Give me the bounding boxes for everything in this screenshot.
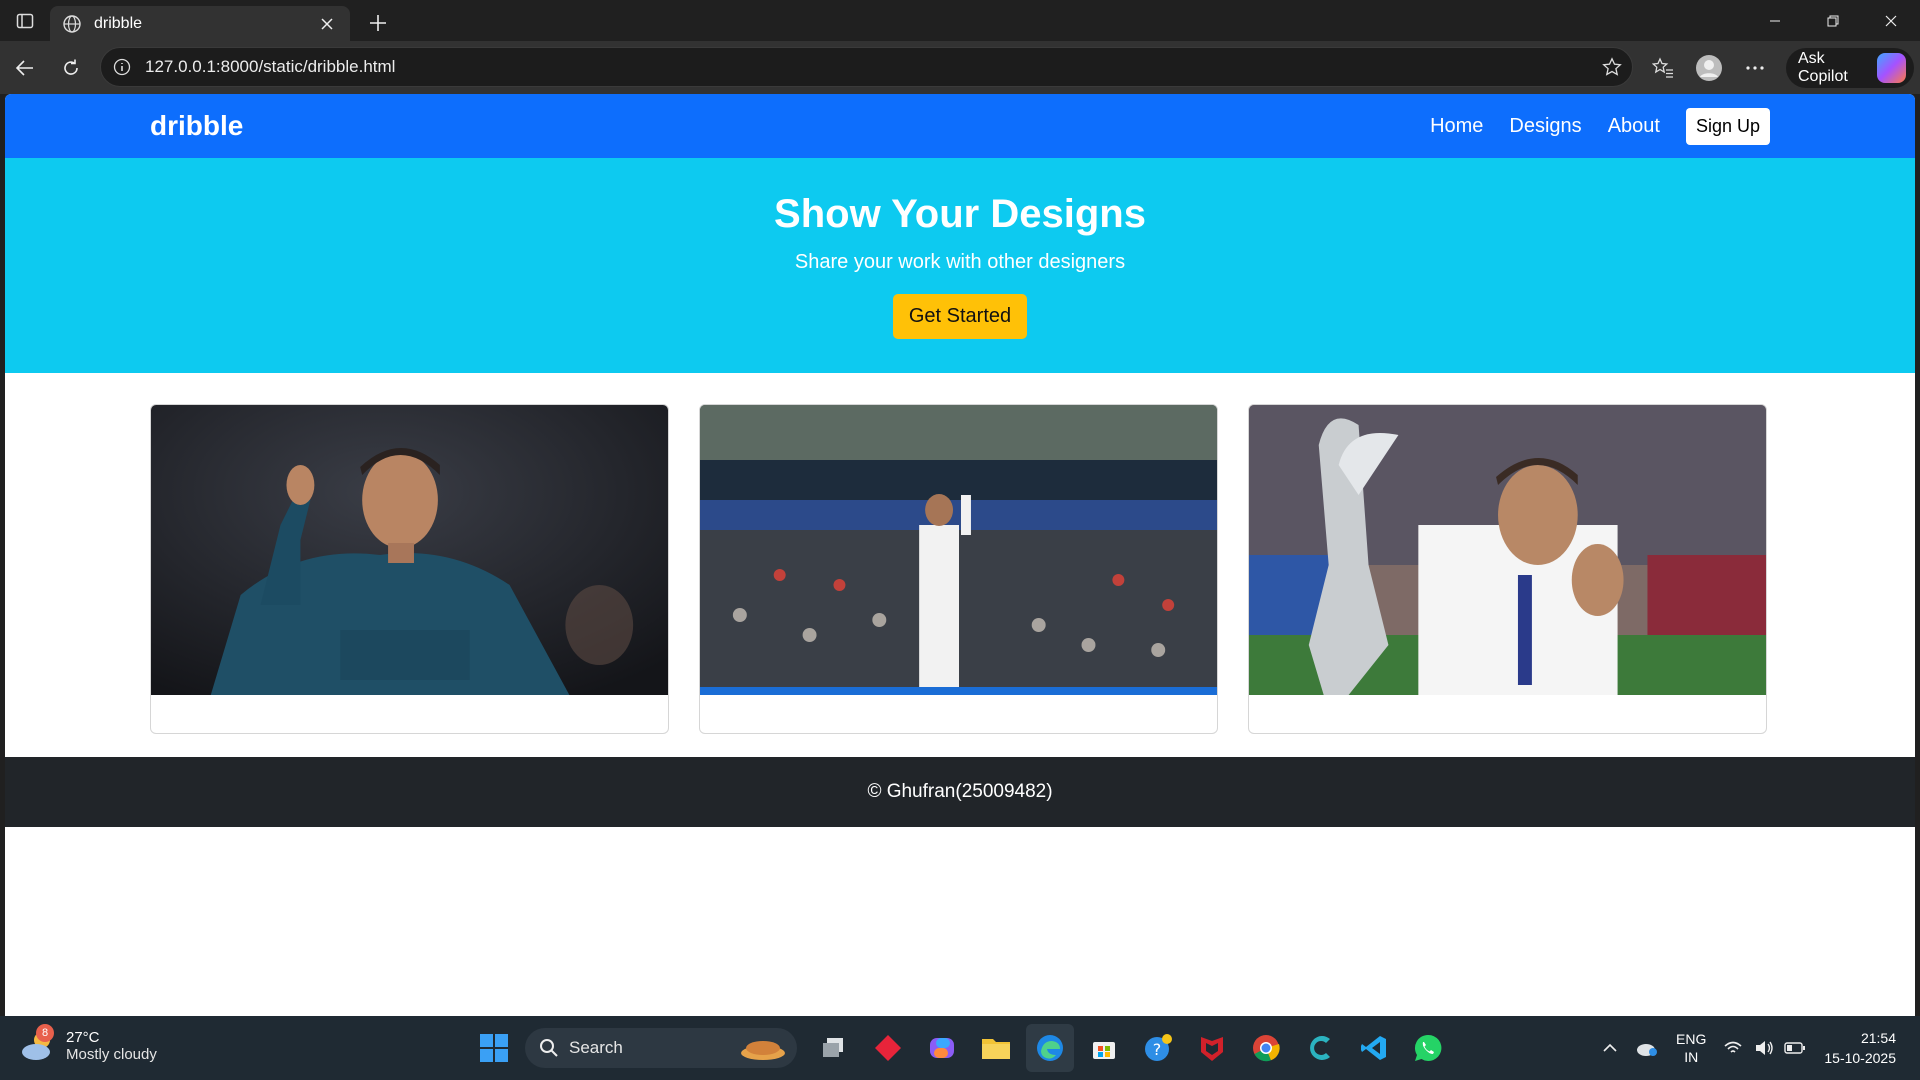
get-started-button[interactable]: Get Started [892,294,1028,339]
copilot-icon [1876,53,1906,83]
whatsapp-icon[interactable] [1404,1024,1452,1072]
clock[interactable]: 21:54 15-10-2025 [1824,1028,1896,1068]
edge-icon[interactable] [1026,1024,1074,1072]
ellipsis-icon [1746,66,1764,70]
brand-logo[interactable]: dribble [150,110,243,142]
page-viewport: dribble Home Designs About Sign Up Show … [5,94,1915,1016]
weather-temp: 27°C [66,1029,100,1046]
refresh-button[interactable] [48,45,94,91]
player-trophy-image [1249,405,1766,695]
windows-start-icon[interactable] [470,1024,518,1072]
volume-icon[interactable] [1754,1040,1774,1056]
favorite-star-icon[interactable] [1592,57,1632,77]
svg-text:?: ? [1153,1040,1162,1059]
player-celebrating-image [151,405,668,695]
profile-avatar-icon [1696,55,1722,81]
minimize-icon [1770,20,1780,21]
nav-link-designs[interactable]: Designs [1509,115,1581,138]
help-icon[interactable]: ? [1134,1024,1182,1072]
onedrive-cloud-icon[interactable] [1636,1039,1658,1057]
nav-link-home[interactable]: Home [1430,115,1483,138]
weather-widget[interactable]: 8 27°C Mostly cloudy [18,1024,157,1066]
wifi-icon[interactable] [1724,1040,1742,1056]
lang-line2: IN [1684,1049,1699,1065]
minimize-button[interactable] [1746,0,1804,41]
copilot-app-icon[interactable] [918,1024,966,1072]
pie-doodle-icon [741,1041,785,1060]
system-tray: ENG IN 21:54 15-10-2025 [1602,1016,1920,1080]
hero-section: Show Your Designs Share your work with o… [5,158,1915,373]
chevron-up-icon[interactable] [1602,1043,1618,1053]
windows-taskbar: 8 27°C Mostly cloudy Search ? ENG IN 21:… [0,1016,1920,1080]
search-icon [540,1039,558,1057]
battery-icon[interactable] [1784,1041,1806,1055]
vscode-icon[interactable] [1350,1024,1398,1072]
language-indicator[interactable]: ENG IN [1676,1030,1706,1066]
favorites-button[interactable] [1640,45,1686,91]
footer-text: © Ghufran(25009482) [867,781,1053,802]
back-arrow-icon [15,59,33,76]
site-navbar: dribble Home Designs About Sign Up [5,94,1915,158]
store-icon[interactable] [1080,1024,1128,1072]
mcafee-icon[interactable] [1188,1024,1236,1072]
globe-icon [63,14,81,33]
tab-actions-button[interactable] [0,0,50,41]
new-tab-button[interactable] [358,5,398,40]
close-window-button[interactable] [1862,0,1920,41]
address-bar[interactable]: 127.0.0.1:8000/static/dribble.html [100,47,1633,87]
profile-button[interactable] [1686,45,1732,91]
refresh-icon [64,59,78,75]
weather-badge: 8 [36,1024,54,1042]
lang-line1: ENG [1676,1031,1707,1047]
close-icon [1885,15,1897,26]
hero-subtitle: Share your work with other designers [794,251,1126,273]
clock-time: 21:54 [1860,1030,1896,1046]
design-card[interactable] [699,404,1218,734]
tab-title: dribble [94,14,143,32]
weather-condition: Mostly cloudy [66,1046,157,1063]
ask-copilot-label: Ask Copilot [1798,50,1848,85]
plus-icon [370,14,386,31]
design-cards [5,373,1915,757]
cloudy-weather-icon: 8 [18,1024,58,1066]
clock-date: 15-10-2025 [1824,1050,1896,1066]
favorites-list-icon [1652,57,1673,78]
tab-dribble[interactable]: dribble [50,6,350,41]
ask-copilot-button[interactable]: Ask Copilot [1786,48,1914,88]
back-button[interactable] [2,45,48,91]
taskbar-search[interactable]: Search [525,1028,797,1068]
hero-title: Show Your Designs [774,192,1146,236]
nav-links: Home Designs About Sign Up [1404,107,1770,145]
chrome-icon[interactable] [1242,1024,1290,1072]
site-footer: © Ghufran(25009482) [5,757,1915,827]
sign-up-button[interactable]: Sign Up [1685,107,1770,145]
sidebar-icon [16,13,34,28]
restore-icon [1827,15,1839,26]
search-label: Search [569,1038,623,1057]
design-card[interactable] [150,404,669,734]
url-text: 127.0.0.1:8000/static/dribble.html [145,57,396,76]
cortana-app-icon[interactable] [1296,1024,1344,1072]
player-stadium-image [700,405,1217,695]
site-info-icon[interactable] [113,58,131,76]
design-card[interactable] [1248,404,1767,734]
file-explorer-icon[interactable] [972,1024,1020,1072]
restore-button[interactable] [1804,0,1862,41]
close-tab-icon[interactable] [316,13,338,35]
browser-tab-bar: dribble [0,0,1920,41]
task-view-icon[interactable] [810,1024,858,1072]
nav-link-about[interactable]: About [1608,115,1660,138]
red-app-icon[interactable] [864,1024,912,1072]
browser-toolbar: 127.0.0.1:8000/static/dribble.html Ask C… [0,41,1920,94]
more-menu-button[interactable] [1732,45,1778,91]
